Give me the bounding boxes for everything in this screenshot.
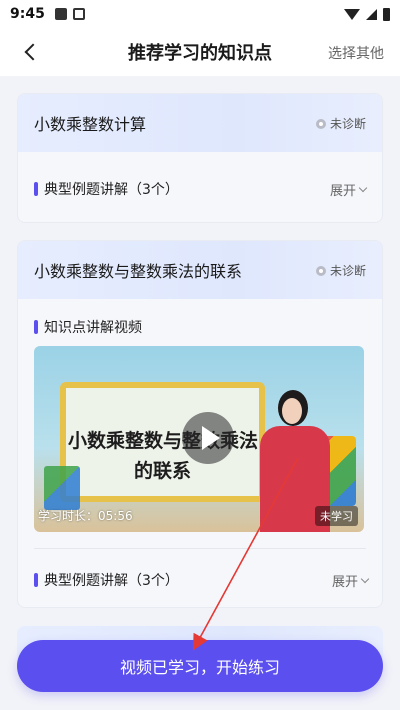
start-practice-button[interactable]: 视频已学习，开始练习 <box>17 640 383 692</box>
status-bar: 9:45 <box>0 0 400 28</box>
battery-icon <box>383 7 390 21</box>
examples-row[interactable]: 典型例题讲解（3个） 展开 <box>18 557 382 603</box>
choose-other-button[interactable]: 选择其他 <box>328 43 384 63</box>
card-header[interactable]: 小数乘整数计算 未诊断 <box>18 94 382 152</box>
diagnosis-status: 未诊断 <box>315 115 366 132</box>
app-notification-icon <box>72 8 85 20</box>
video-duration: 学习时长：05:56 <box>38 509 133 523</box>
knowledge-point-title: 小数乘整数计算 <box>34 115 147 134</box>
toy-blocks-image <box>44 466 80 510</box>
examples-label: 典型例题讲解（3个） <box>44 573 179 589</box>
page-title: 推荐学习的知识点 <box>128 43 272 64</box>
expand-label: 展开 <box>329 184 356 199</box>
back-arrow-icon[interactable] <box>18 38 46 66</box>
knowledge-point-title: 小数乘整数与整数乘法的联系 <box>34 262 243 281</box>
knowledge-card: 小数乘整数与整数乘法的联系 未诊断 知识点讲解视频 小数乘整数与整数乘法 的联系… <box>17 240 383 608</box>
video-section-label: 知识点讲解视频 <box>44 320 142 336</box>
expand-button[interactable]: 展开 <box>329 180 368 199</box>
card-header[interactable]: 小数乘整数与整数乘法的联系 未诊断 <box>18 241 382 299</box>
diagnosis-status: 未诊断 <box>315 262 366 279</box>
expand-label: 展开 <box>331 575 358 590</box>
examples-row[interactable]: 典型例题讲解（3个） 展开 <box>18 166 382 212</box>
wifi-icon <box>344 8 360 20</box>
signal-icon <box>366 8 377 20</box>
expand-button[interactable]: 展开 <box>331 571 370 590</box>
video-section-header: 知识点讲解视频 <box>18 307 382 347</box>
play-icon[interactable] <box>182 412 234 464</box>
gallery-notification-icon <box>54 8 67 20</box>
examples-label: 典型例题讲解（3个） <box>44 182 179 198</box>
diagnosis-label: 未诊断 <box>329 117 366 131</box>
diagnosis-label: 未诊断 <box>329 264 366 278</box>
diagnosis-icon <box>315 118 326 129</box>
section-marker <box>34 182 38 196</box>
section-marker <box>34 573 38 587</box>
chevron-down-icon <box>360 574 370 584</box>
video-status-badge: 未学习 <box>315 506 358 526</box>
chevron-down-icon <box>358 183 368 193</box>
video-title-line: 的联系 <box>134 460 192 482</box>
main-content: 小数乘整数计算 未诊断 典型例题讲解（3个） 展开 小数乘整数与整数乘法的联系 … <box>0 76 400 710</box>
top-app-bar: 推荐学习的知识点 选择其他 <box>0 28 400 76</box>
knowledge-card: 小数乘整数计算 未诊断 典型例题讲解（3个） 展开 <box>17 93 383 223</box>
section-marker <box>34 320 38 334</box>
lesson-video-thumbnail[interactable]: 小数乘整数与整数乘法 的联系 学习时长：05:56 未学习 <box>34 346 364 532</box>
status-time: 9:45 <box>10 6 45 22</box>
diagnosis-icon <box>315 265 326 276</box>
divider <box>34 548 366 549</box>
